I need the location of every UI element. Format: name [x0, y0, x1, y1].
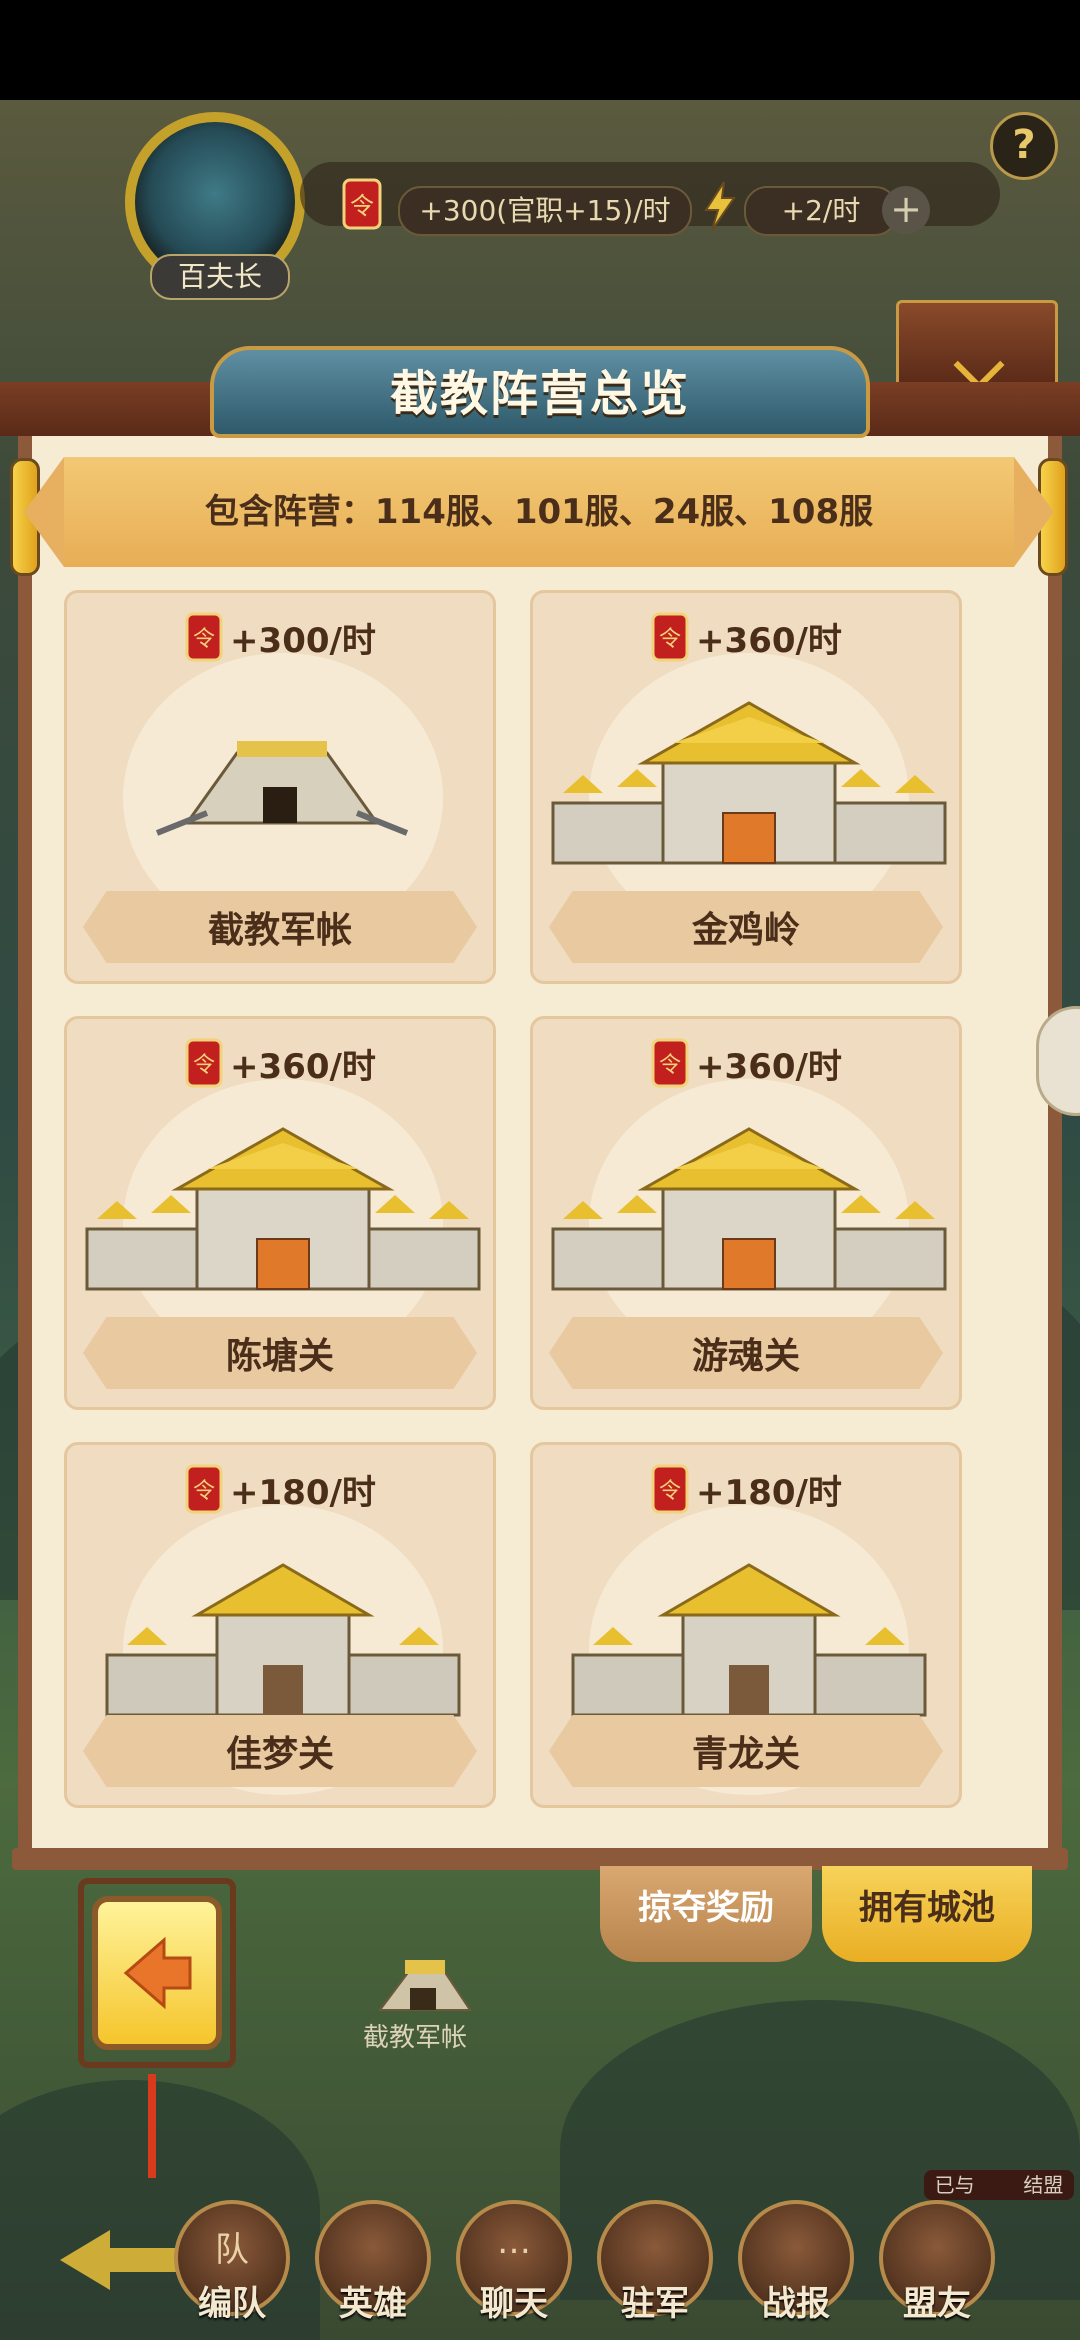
- city-card[interactable]: 令 +180/时佳梦关: [64, 1442, 496, 1808]
- svg-text:令: 令: [350, 192, 374, 220]
- supply-token-icon: 令: [651, 612, 689, 662]
- card-name: 青龙关: [691, 1734, 800, 1775]
- svg-text:令: 令: [659, 1479, 681, 1504]
- tent-building-icon: [67, 683, 493, 883]
- card-name: 截教军帐: [207, 910, 352, 951]
- supply-rate: +300(官职+15)/时: [398, 186, 692, 236]
- nav-label: 盟友: [903, 2284, 971, 2324]
- help-button[interactable]: ?: [990, 112, 1058, 180]
- alliance-notice-suffix: 结盟: [1023, 2173, 1064, 2197]
- fort-building-icon: [533, 1535, 959, 1735]
- tab-plunder-rewards[interactable]: 掠夺奖励: [600, 1866, 812, 1962]
- nav-label: 战报: [762, 2284, 830, 2324]
- lightning-icon: [700, 180, 740, 232]
- palace-building-icon: [67, 1109, 493, 1309]
- svg-text:令: 令: [193, 627, 215, 652]
- card-rate: 令 +180/时: [533, 1463, 959, 1515]
- collapse-button[interactable]: [896, 300, 1058, 391]
- card-rate: 令 +180/时: [67, 1463, 493, 1515]
- supply-token-icon: 令: [651, 1038, 689, 1088]
- card-name: 陈塘关: [225, 1336, 334, 1377]
- panel-title: 截教阵营总览: [389, 366, 690, 422]
- supply-token-icon: 令: [340, 176, 384, 232]
- nav-label: 英雄: [339, 2284, 407, 2324]
- svg-text:令: 令: [659, 627, 681, 652]
- nav-label: 聊天: [480, 2284, 548, 2324]
- svg-text:令: 令: [659, 1053, 681, 1078]
- city-card[interactable]: 令 +360/时游魂关: [530, 1016, 962, 1410]
- nav-glyph: …: [497, 2222, 531, 2262]
- city-card[interactable]: 令 +360/时金鸡岭: [530, 590, 962, 984]
- add-energy-button[interactable]: +: [882, 186, 930, 234]
- rank-badge: 百夫长: [150, 254, 290, 300]
- card-rate: 令 +360/时: [533, 1037, 959, 1089]
- card-rate: 令 +360/时: [67, 1037, 493, 1089]
- alliance-notice-prefix: 已与: [934, 2173, 975, 2197]
- svg-text:令: 令: [193, 1053, 215, 1078]
- back-button-tassel: [148, 2074, 156, 2178]
- included-servers-text: 包含阵营：114服、101服、24服、108服: [204, 492, 874, 532]
- nav-label: 驻军: [621, 2284, 689, 2324]
- city-card[interactable]: 令 +180/时青龙关: [530, 1442, 962, 1808]
- nav-glyph: 队: [215, 2230, 249, 2270]
- card-name: 佳梦关: [225, 1734, 334, 1775]
- city-card[interactable]: 令 +360/时陈塘关: [64, 1016, 496, 1410]
- svg-text:令: 令: [193, 1479, 215, 1504]
- palace-building-icon: [533, 683, 959, 883]
- alliance-notice: 已与 结盟: [924, 2170, 1074, 2200]
- supply-token-icon: 令: [185, 1464, 223, 1514]
- map-camp-label: 截教军帐: [362, 2023, 467, 2053]
- back-arrow-icon: [123, 1936, 192, 2010]
- city-card[interactable]: 令 +300/时截教军帐: [64, 590, 496, 984]
- nav-label: 编队: [198, 2284, 266, 2324]
- card-name: 游魂关: [691, 1336, 800, 1377]
- fort-building-icon: [67, 1535, 493, 1735]
- supply-token-icon: 令: [651, 1464, 689, 1514]
- supply-token-icon: 令: [185, 612, 223, 662]
- energy-rate: +2/时: [744, 186, 898, 236]
- card-rate: 令 +360/时: [533, 611, 959, 663]
- palace-building-icon: [533, 1109, 959, 1309]
- card-name: 金鸡岭: [691, 910, 800, 951]
- tab-owned-cities[interactable]: 拥有城池: [822, 1866, 1032, 1962]
- supply-token-icon: 令: [185, 1038, 223, 1088]
- card-rate: 令 +300/时: [67, 611, 493, 663]
- back-button[interactable]: [92, 1896, 222, 2050]
